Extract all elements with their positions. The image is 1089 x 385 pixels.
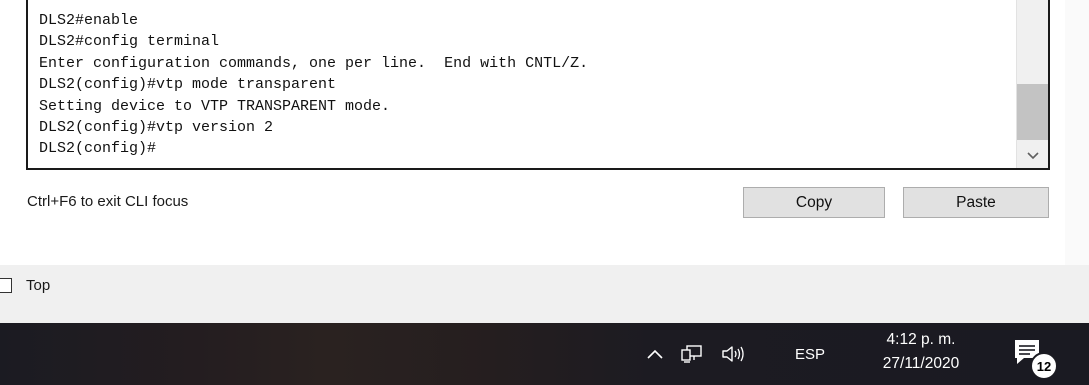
network-icon bbox=[681, 345, 702, 363]
cli-output[interactable]: DLS2#enable DLS2#config terminal Enter c… bbox=[39, 10, 588, 160]
cli-line: DLS2#enable bbox=[39, 12, 139, 29]
cli-line: DLS2#config terminal bbox=[39, 33, 220, 51]
action-center-button[interactable]: 12 bbox=[1012, 337, 1058, 380]
cli-line: DLS2(config)#vtp mode transparent bbox=[39, 76, 337, 94]
scrollbar-thumb[interactable] bbox=[1017, 84, 1048, 140]
top-checkbox[interactable] bbox=[0, 278, 12, 293]
adjacent-window-edge bbox=[1065, 0, 1089, 265]
volume-tray-button[interactable] bbox=[718, 323, 748, 385]
taskbar-clock[interactable]: 4:12 p. m. 27/11/2020 bbox=[858, 328, 984, 376]
cli-scrollbar[interactable] bbox=[1016, 0, 1048, 168]
paste-button[interactable]: Paste bbox=[903, 187, 1049, 218]
cli-line: DLS2(config)#vtp version 2 bbox=[39, 119, 274, 137]
network-tray-button[interactable] bbox=[677, 323, 707, 385]
cli-line: Setting device to VTP TRANSPARENT mode. bbox=[39, 97, 391, 115]
cli-terminal[interactable]: DLS2#enable DLS2#config terminal Enter c… bbox=[26, 0, 1050, 170]
scroll-down-button[interactable] bbox=[1017, 144, 1048, 168]
show-hidden-icons-button[interactable] bbox=[645, 323, 665, 385]
cli-prompt-line: DLS2(config)# bbox=[39, 140, 157, 158]
cli-line: Enter configuration commands, one per li… bbox=[39, 54, 589, 72]
windows-taskbar: ESP 4:12 p. m. 27/11/2020 12 bbox=[0, 323, 1089, 385]
volume-icon bbox=[722, 346, 744, 362]
top-checkbox-label[interactable]: Top bbox=[26, 277, 50, 294]
chevron-up-icon bbox=[647, 349, 663, 359]
top-option-bar: Top bbox=[0, 265, 1089, 323]
notification-count-badge: 12 bbox=[1030, 352, 1058, 380]
clock-date: 27/11/2020 bbox=[882, 355, 960, 372]
cli-panel: DLS2#enable DLS2#config terminal Enter c… bbox=[0, 0, 1089, 265]
input-language-indicator[interactable]: ESP bbox=[795, 323, 825, 385]
chevron-down-icon bbox=[1026, 152, 1039, 160]
cli-focus-hint: Ctrl+F6 to exit CLI focus bbox=[27, 193, 189, 210]
copy-button[interactable]: Copy bbox=[743, 187, 885, 218]
clock-time: 4:12 p. m. bbox=[886, 331, 956, 348]
